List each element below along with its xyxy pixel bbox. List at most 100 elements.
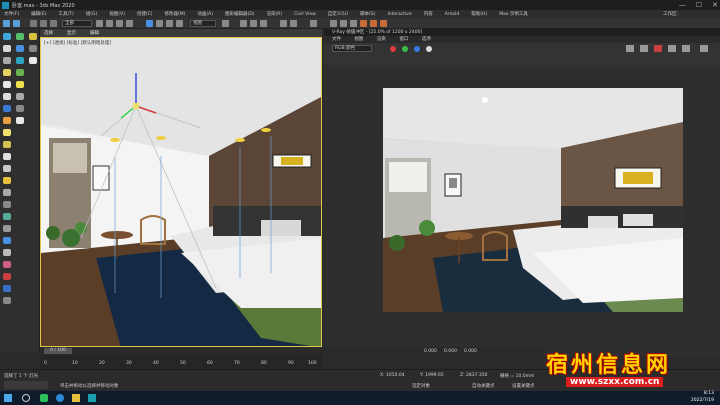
sphere-icon[interactable]: [16, 45, 24, 52]
viewport-label[interactable]: [+] [透视] [标准] [默认明暗处理]: [44, 40, 111, 46]
menu-edit[interactable]: 编辑(E): [31, 11, 46, 17]
edge-icon[interactable]: [56, 394, 64, 402]
time-slider-thumb[interactable]: 0 / 100: [44, 348, 72, 354]
schematic-view-icon[interactable]: [340, 20, 347, 27]
compass-icon[interactable]: [3, 201, 11, 208]
vray-dome-icon[interactable]: [16, 117, 24, 124]
tab-select[interactable]: 选择: [44, 30, 53, 36]
close-button[interactable]: ✕: [712, 0, 718, 10]
render-production-icon[interactable]: [380, 20, 387, 27]
tab-edit[interactable]: 编辑: [90, 30, 99, 36]
minimize-button[interactable]: —: [679, 0, 686, 10]
select-object-icon[interactable]: [96, 20, 103, 27]
material-editor-icon[interactable]: [350, 20, 357, 27]
compare-icon[interactable]: [682, 45, 690, 52]
auto-key-button[interactable]: 自动关键点: [472, 383, 495, 389]
clock-time[interactable]: 8:13: [704, 391, 714, 396]
particle-icon[interactable]: [3, 213, 11, 220]
menu-animation[interactable]: 动画(A): [197, 11, 213, 17]
vray-menu-view[interactable]: 视图: [354, 37, 363, 42]
menu-rendering[interactable]: 渲染(R): [266, 11, 282, 17]
menu-create[interactable]: 创建(C): [137, 11, 153, 17]
ies-light-icon[interactable]: [3, 129, 11, 136]
3dsmax-icon[interactable]: [88, 394, 96, 402]
menu-view[interactable]: 视图(V): [109, 11, 125, 17]
window-crossing-icon[interactable]: [126, 20, 133, 27]
plane-icon[interactable]: [3, 57, 11, 64]
box-icon[interactable]: [3, 45, 11, 52]
curve-editor-icon[interactable]: [330, 20, 337, 27]
create-icon[interactable]: [3, 33, 11, 40]
vray-menu-options[interactable]: 选项: [422, 37, 431, 42]
set-key-button[interactable]: 设置关键点: [512, 383, 535, 389]
unlink-icon[interactable]: [40, 20, 47, 27]
start-icon[interactable]: [4, 394, 12, 402]
coord-y[interactable]: Y: 1999.65: [420, 373, 444, 378]
menu-max-samples[interactable]: Max 示例工具: [499, 11, 528, 17]
mirror-icon[interactable]: [280, 20, 287, 27]
rectangular-selection-icon[interactable]: [116, 20, 123, 27]
clear-image-icon[interactable]: [640, 45, 648, 52]
save-image-icon[interactable]: [626, 45, 634, 52]
undo-icon[interactable]: [3, 20, 10, 27]
vray-fur-icon[interactable]: [16, 105, 24, 112]
key-filter-dropdown[interactable]: 选定对象: [412, 383, 430, 389]
omni-light-icon[interactable]: [3, 153, 11, 160]
vray-menu-file[interactable]: 文件: [332, 37, 341, 42]
vray-menu-window[interactable]: 窗口: [399, 37, 408, 42]
maximize-button[interactable]: ☐: [696, 0, 702, 10]
lights-icon[interactable]: [29, 57, 37, 64]
menu-graph-editors[interactable]: 图形编辑器(D): [225, 11, 254, 17]
tab-display[interactable]: 显示: [67, 30, 76, 36]
menu-tools[interactable]: 工具(T): [58, 11, 73, 17]
daylight-icon[interactable]: [3, 189, 11, 196]
snaps-toggle-icon[interactable]: [240, 20, 247, 27]
protractor-icon[interactable]: [3, 249, 11, 256]
menu-interactive[interactable]: Interactive: [387, 12, 411, 17]
timeline-ruler[interactable]: 0 10 20 30 40 50 60 70 80 90 100: [40, 355, 322, 369]
script-icon[interactable]: [3, 297, 11, 304]
redo-icon[interactable]: [13, 20, 20, 27]
angle-snap-icon[interactable]: [250, 20, 257, 27]
render-teapot-icon[interactable]: [700, 45, 708, 52]
vray-channel-dropdown[interactable]: RGB 颜色: [332, 45, 372, 52]
search-icon[interactable]: [22, 394, 30, 402]
select-by-name-icon[interactable]: [106, 20, 113, 27]
pivot-point-icon[interactable]: [222, 20, 229, 27]
menu-modifiers[interactable]: 修改器(M): [164, 11, 185, 17]
vray-sun-icon[interactable]: [3, 117, 11, 124]
coord-z[interactable]: Z: 2837.356: [460, 373, 488, 378]
blue-channel-icon[interactable]: [414, 46, 420, 52]
alpha-channel-icon[interactable]: [426, 46, 432, 52]
select-move-icon[interactable]: [146, 20, 153, 27]
tape-icon[interactable]: [3, 237, 11, 244]
target-light-icon[interactable]: [3, 141, 11, 148]
time-slider[interactable]: 0 / 100: [40, 347, 322, 355]
maxscript-listener[interactable]: [4, 381, 48, 389]
reference-coordinate-dropdown[interactable]: 视图: [190, 20, 216, 27]
menu-civil-view[interactable]: Civil View: [294, 12, 316, 17]
green-channel-icon[interactable]: [402, 46, 408, 52]
file-explorer-icon[interactable]: [72, 394, 80, 402]
render-frame-window-icon[interactable]: [370, 20, 377, 27]
vray-toolbar-icon[interactable]: [3, 285, 11, 292]
menu-content[interactable]: 内容: [424, 11, 433, 17]
teapot-icon[interactable]: [16, 57, 24, 64]
align-icon[interactable]: [290, 20, 297, 27]
menu-arnold[interactable]: Arnold: [445, 12, 460, 17]
shapes-icon[interactable]: [3, 81, 11, 88]
menu-file[interactable]: 文件(F): [4, 11, 19, 17]
menu-help[interactable]: 帮助(H): [471, 11, 487, 17]
hierarchy-icon[interactable]: [29, 33, 37, 40]
bind-spacewarp-icon[interactable]: [50, 20, 57, 27]
placement-icon[interactable]: [176, 20, 183, 27]
app-icon[interactable]: [2, 1, 9, 9]
menu-scripting[interactable]: 脚本(S): [360, 11, 375, 17]
render-setup-icon[interactable]: [360, 20, 367, 27]
menu-customize[interactable]: 自定义(U): [328, 11, 348, 17]
point-helper-icon[interactable]: [3, 273, 11, 280]
region-render-icon[interactable]: [654, 45, 662, 52]
wechat-icon[interactable]: [40, 394, 48, 402]
cylinder-icon[interactable]: [29, 45, 37, 52]
red-channel-icon[interactable]: [390, 46, 396, 52]
